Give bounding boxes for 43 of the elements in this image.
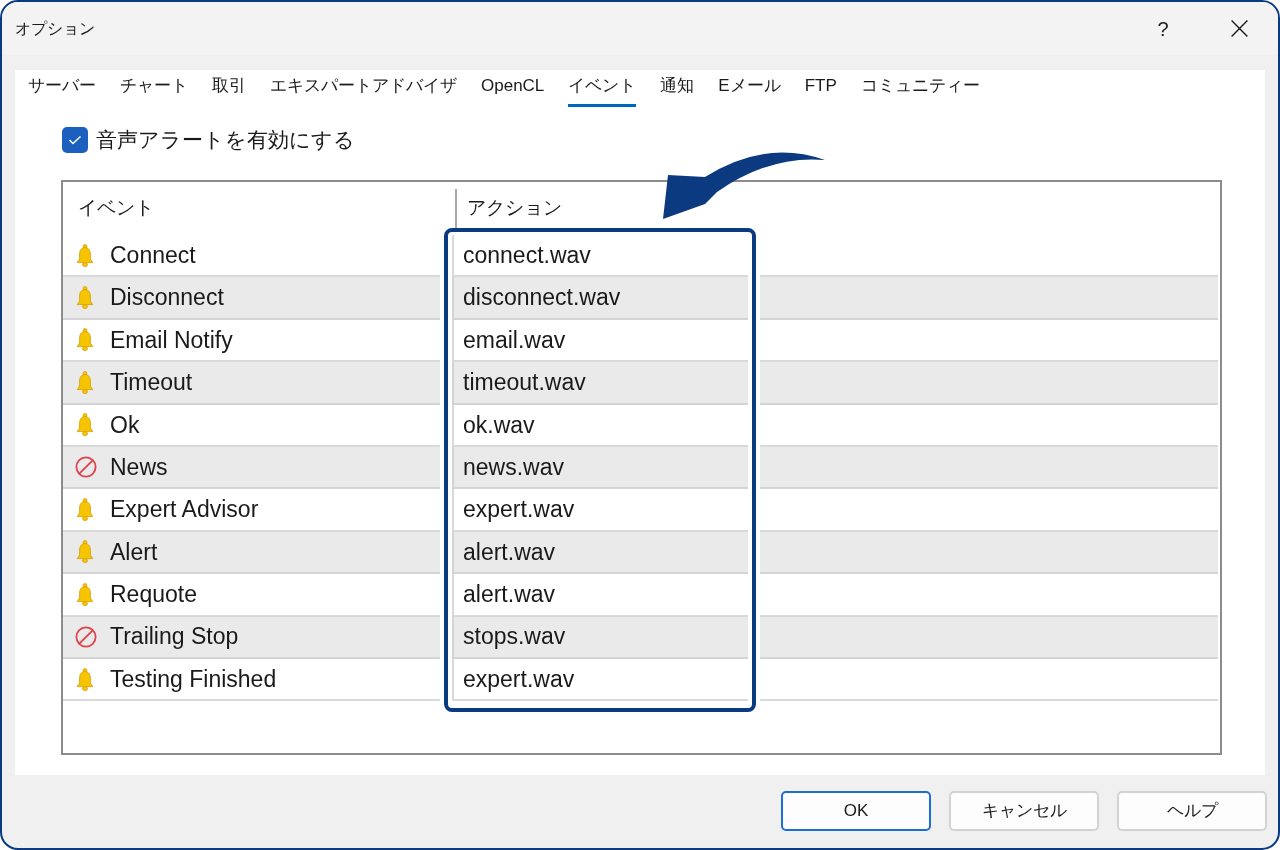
- event-name: Trailing Stop: [110, 622, 239, 652]
- help-button[interactable]: ?: [1149, 12, 1177, 45]
- dialog-button[interactable]: キャンセル: [949, 791, 1099, 831]
- event-name: Requote: [110, 580, 197, 610]
- table-cell: expert.wav: [452, 658, 748, 702]
- table-cell: disconnect.wav: [452, 277, 748, 320]
- table-cell: alert.wav: [452, 574, 748, 617]
- event-name: Ok: [110, 410, 140, 440]
- table-cell: ok.wav: [452, 404, 748, 447]
- dialog-button[interactable]: OK: [781, 791, 931, 831]
- table-cell: alert.wav: [452, 531, 748, 575]
- window-title: オプション: [15, 18, 95, 39]
- event-name: Connect: [110, 240, 196, 270]
- table-cell: stops.wav: [452, 616, 748, 659]
- event-name: News: [110, 452, 168, 482]
- checkbox[interactable]: [62, 127, 88, 153]
- event-name: Email Notify: [110, 325, 233, 355]
- table-cell: email.wav: [452, 319, 748, 363]
- tab[interactable]: 通知: [660, 70, 695, 107]
- event-name: Timeout: [110, 368, 193, 398]
- dialog-button[interactable]: ヘルプ: [1117, 791, 1267, 831]
- check-icon: [68, 135, 82, 145]
- event-name: Testing Finished: [110, 664, 277, 694]
- tab[interactable]: 取引: [212, 70, 246, 107]
- event-name: Expert Advisor: [110, 495, 259, 525]
- tab[interactable]: エキスパートアドバイザ: [270, 70, 457, 107]
- column-header[interactable]: イベント: [78, 197, 154, 219]
- table-cell: connect.wav: [452, 235, 748, 278]
- column-header[interactable]: アクション: [467, 197, 562, 219]
- close-icon: [1230, 20, 1248, 37]
- tab[interactable]: コミュニティー: [860, 70, 980, 107]
- tab[interactable]: FTP: [804, 70, 837, 107]
- tab[interactable]: チャート: [120, 70, 188, 107]
- tab[interactable]: Eメール: [718, 70, 781, 107]
- table-cell: timeout.wav: [452, 362, 748, 405]
- event-name: Alert: [110, 537, 158, 567]
- tab[interactable]: OpenCL: [481, 70, 545, 107]
- checkbox-label: 音声アラートを有効にする: [96, 127, 355, 154]
- event-name: Disconnect: [110, 283, 224, 313]
- tab[interactable]: サーバー: [28, 70, 96, 107]
- table-cell: news.wav: [452, 446, 748, 490]
- table-cell: expert.wav: [452, 489, 748, 532]
- tab[interactable]: イベント: [568, 70, 637, 107]
